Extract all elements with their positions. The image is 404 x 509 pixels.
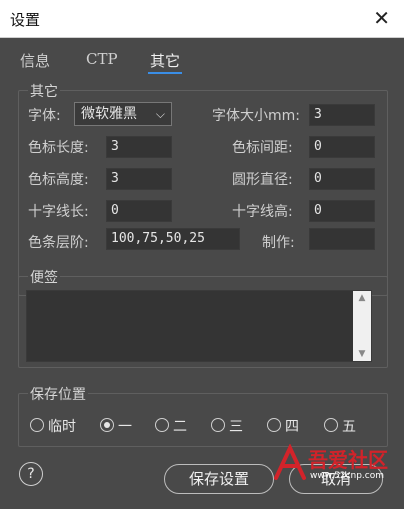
bar-steps-label: 色条层阶: xyxy=(28,235,89,251)
tab-other-label: 其它 xyxy=(150,52,181,70)
watermark: 吾爱社区 www.52cnp.com xyxy=(272,444,400,484)
notes-group-title: 便签 xyxy=(28,267,60,287)
cross-height-label: 十字线高: xyxy=(232,204,293,220)
watermark-text: 吾爱社区 xyxy=(308,448,388,472)
tab-ctp[interactable]: CTP xyxy=(86,50,118,68)
cross-length-label: 十字线长: xyxy=(28,204,89,220)
tab-other[interactable]: 其它 xyxy=(148,50,183,74)
mark-length-label: 色标长度: xyxy=(28,140,89,156)
window-title: 设置 xyxy=(10,11,41,29)
save-location-radios: 临时 一 二 三 四 五 xyxy=(30,416,380,436)
radio-two-label: 二 xyxy=(173,419,187,435)
watermark-url: www.52cnp.com xyxy=(310,471,385,481)
font-label: 字体: xyxy=(28,108,61,124)
other-group-title: 其它 xyxy=(28,81,60,101)
help-icon[interactable]: ? xyxy=(19,462,43,486)
cross-length-input[interactable]: 0 xyxy=(106,200,172,222)
tab-info[interactable]: 信息 xyxy=(20,50,50,71)
tab-bar: 信息 CTP 其它 xyxy=(0,38,404,74)
radio-one-label: 一 xyxy=(118,419,132,435)
bar-steps-input[interactable]: 100,75,50,25 xyxy=(106,228,240,250)
notes-textarea[interactable]: ▲ ▼ xyxy=(26,290,372,362)
font-select[interactable]: 微软雅黑 ⌵ xyxy=(74,102,172,126)
mark-height-input[interactable]: 3 xyxy=(106,168,172,190)
watermark-logo-icon xyxy=(274,444,306,480)
font-size-input[interactable]: 3 xyxy=(309,104,375,126)
radio-circle-selected xyxy=(100,418,114,432)
dialog-body: 信息 CTP 其它 其它 字体: 微软雅黑 ⌵ 字体大小mm: 3 色标长度: … xyxy=(0,38,404,509)
circle-diameter-label: 圆形直径: xyxy=(232,172,293,188)
radio-circle xyxy=(30,418,44,432)
close-icon[interactable]: ✕ xyxy=(373,6,390,30)
mark-height-label: 色标高度: xyxy=(28,172,89,188)
save-settings-button[interactable]: 保存设置 xyxy=(164,464,274,494)
radio-four-label: 四 xyxy=(285,419,299,435)
mark-spacing-label: 色标间距: xyxy=(232,140,293,156)
radio-five-label: 五 xyxy=(342,419,356,435)
font-size-label: 字体大小mm: xyxy=(212,108,300,124)
radio-circle xyxy=(155,418,169,432)
circle-diameter-input[interactable]: 0 xyxy=(309,168,375,190)
scroll-down-icon[interactable]: ▼ xyxy=(353,349,371,359)
save-location-title: 保存位置 xyxy=(28,384,88,404)
cross-height-input[interactable]: 0 xyxy=(309,200,375,222)
active-tab-underline xyxy=(148,72,183,74)
scroll-up-icon[interactable]: ▲ xyxy=(353,293,371,303)
radio-three-label: 三 xyxy=(229,419,243,435)
maker-label: 制作: xyxy=(262,235,295,251)
radio-circle xyxy=(267,418,281,432)
radio-temp-label: 临时 xyxy=(48,419,76,435)
title-bar: 设置 ✕ xyxy=(0,0,404,38)
notes-scrollbar[interactable]: ▲ ▼ xyxy=(353,291,371,361)
radio-dot xyxy=(104,422,110,428)
mark-length-input[interactable]: 3 xyxy=(106,136,172,158)
radio-circle xyxy=(211,418,225,432)
font-select-value: 微软雅黑 xyxy=(81,106,137,122)
maker-input[interactable] xyxy=(309,228,375,250)
radio-circle xyxy=(324,418,338,432)
mark-spacing-input[interactable]: 0 xyxy=(309,136,375,158)
chevron-down-icon: ⌵ xyxy=(155,107,165,121)
